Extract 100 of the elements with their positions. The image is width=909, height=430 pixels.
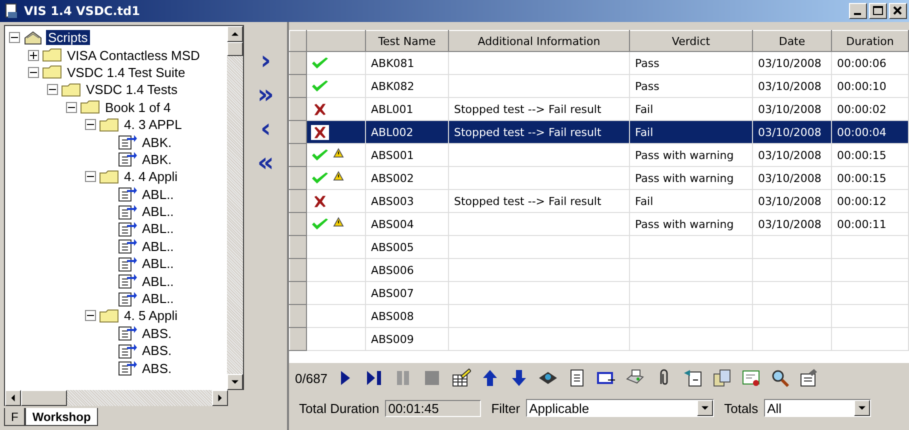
column-header[interactable]: Additional Information	[448, 30, 630, 52]
table-row[interactable]: ABK082 Pass 03/10/2008 00:00:10	[290, 74, 908, 98]
table-row[interactable]: ABS009	[290, 328, 908, 350]
check-icon	[311, 216, 329, 232]
app-icon	[4, 3, 20, 19]
table-cell: ABS007	[371, 286, 414, 300]
table-cell: 03/10/2008	[758, 172, 822, 184]
window-title: VIS 1.4 VSDC.td1	[24, 4, 141, 18]
collapse-icon[interactable]	[66, 102, 77, 113]
expand-icon[interactable]	[28, 50, 39, 61]
tree-item[interactable]: VISA Contactless MSD	[65, 48, 202, 63]
table-cell: 00:00:15	[837, 148, 886, 162]
cross-icon	[311, 124, 329, 140]
table-cell: 00:00:11	[837, 218, 886, 230]
table-row[interactable]: ABL002 Stopped test --> Fail result Fail 03/10/2008 00:00:04	[290, 120, 908, 144]
tree-item[interactable]: ABL..	[140, 186, 176, 202]
table-row[interactable]: ABS007	[290, 282, 908, 304]
edit-icon[interactable]	[450, 368, 471, 388]
search-icon[interactable]	[770, 368, 790, 388]
total-duration-field[interactable]: 00:01:45	[385, 400, 482, 416]
collapse-icon[interactable]	[9, 32, 20, 44]
table-cell: ABL002	[371, 126, 414, 138]
tree-item[interactable]: 4. 4 Appli	[122, 169, 180, 184]
tree-item[interactable]: Scripts	[46, 30, 90, 46]
tree-item[interactable]: VSDC 1.4 Tests	[84, 82, 180, 98]
scroll-left-icon[interactable]	[5, 390, 21, 406]
close-icon[interactable]	[889, 3, 907, 19]
minimize-icon[interactable]	[849, 3, 867, 19]
collapse-icon[interactable]	[85, 171, 96, 182]
column-header[interactable]: Date	[752, 30, 832, 52]
script-icon	[117, 134, 137, 150]
table-cell: 03/10/2008	[758, 102, 822, 116]
table-row[interactable]: ABS006	[290, 258, 908, 282]
tree-item[interactable]: Book 1 of 4	[103, 100, 173, 115]
table-cell: ABS005	[371, 240, 414, 254]
table-row[interactable]: ABS002 Pass with warning 03/10/2008 00:00:15	[290, 166, 908, 190]
tree-item[interactable]: ABL..	[140, 274, 176, 289]
column-header[interactable]: Duration	[832, 30, 908, 52]
check-icon	[311, 56, 329, 70]
tree-item[interactable]: ABS.	[140, 326, 174, 341]
script-icon	[117, 290, 137, 307]
properties-icon[interactable]	[798, 368, 819, 388]
column-header[interactable]: Verdict	[630, 30, 752, 52]
script-icon	[117, 204, 137, 220]
remove-button[interactable]: ‹	[256, 116, 276, 142]
table-cell: Fail	[635, 126, 654, 138]
tree-item[interactable]: ABL..	[140, 221, 176, 236]
tree-item[interactable]: ABK.	[140, 134, 174, 150]
table-cell: ABS003	[371, 194, 414, 208]
table-cell: 03/10/2008	[758, 148, 822, 162]
certificate-icon[interactable]	[740, 368, 761, 388]
table-cell: Stopped test --> Fail result	[454, 194, 602, 208]
tree-item[interactable]: 4. 3 APPL	[122, 117, 184, 132]
table-row[interactable]: ABS003 Stopped test --> Fail result Fail 03/10/2008 00:00:12	[290, 190, 908, 212]
remove-all-button[interactable]: «	[253, 150, 278, 176]
table-cell: ABK082	[371, 80, 414, 92]
script-icon	[117, 220, 137, 237]
warning-icon	[332, 216, 344, 226]
table-cell: 00:00:10	[837, 80, 886, 92]
tree-item[interactable]: ABL..	[140, 256, 176, 272]
table-row[interactable]: ABS005	[290, 236, 908, 258]
scroll-down-icon[interactable]	[227, 374, 244, 390]
tree-item[interactable]: ABS.	[140, 360, 174, 376]
copy-icon[interactable]	[712, 368, 732, 388]
table-cell: ABS001	[371, 148, 414, 162]
totals-dropdown[interactable]: All	[764, 399, 872, 417]
table-row[interactable]: ABK081 Pass 03/10/2008 00:00:06	[290, 52, 908, 74]
scrollbar-thumb[interactable]	[227, 42, 244, 56]
script-icon	[117, 360, 137, 376]
add-all-button[interactable]: »	[253, 82, 278, 108]
table-row[interactable]: ABS004 Pass with warning 03/10/2008 00:00:11	[290, 212, 908, 236]
table-row[interactable]: ABS008	[290, 304, 908, 328]
scroll-right-icon[interactable]	[212, 390, 228, 406]
tree-item[interactable]: ABL..	[140, 204, 176, 220]
collapse-icon[interactable]	[47, 84, 58, 96]
collapse-icon[interactable]	[28, 66, 39, 78]
tab[interactable]: F	[4, 408, 26, 426]
tree-item[interactable]: VSDC 1.4 Test Suite	[65, 64, 188, 80]
table-row[interactable]: ABS001 Pass with warning 03/10/2008 00:00:15	[290, 144, 908, 166]
table-cell: Fail	[635, 102, 654, 116]
tree-item[interactable]: ABS.	[140, 343, 174, 358]
scroll-up-icon[interactable]	[227, 26, 244, 42]
add-button[interactable]: ›	[256, 48, 276, 74]
column-header[interactable]: Test Name	[366, 30, 448, 52]
tree-item[interactable]: 4. 5 Appli	[122, 308, 180, 324]
warning-icon	[332, 170, 344, 180]
maximize-icon[interactable]	[869, 3, 887, 19]
table-cell: ABS009	[371, 332, 414, 346]
document-icon[interactable]	[682, 368, 703, 388]
filter-dropdown[interactable]: Applicable	[526, 399, 714, 417]
tree-item[interactable]: ABL..	[140, 238, 176, 254]
table-cell: ABS004	[371, 218, 414, 230]
script-icon	[117, 342, 137, 359]
tree-item[interactable]: ABL..	[140, 291, 176, 306]
collapse-icon[interactable]	[85, 310, 96, 322]
tab[interactable]: Workshop	[25, 408, 98, 426]
tree-item[interactable]: ABK.	[140, 152, 174, 167]
scrollbar-thumb[interactable]	[21, 390, 67, 406]
table-cell: ABK081	[371, 56, 414, 70]
collapse-icon[interactable]	[85, 119, 96, 130]
